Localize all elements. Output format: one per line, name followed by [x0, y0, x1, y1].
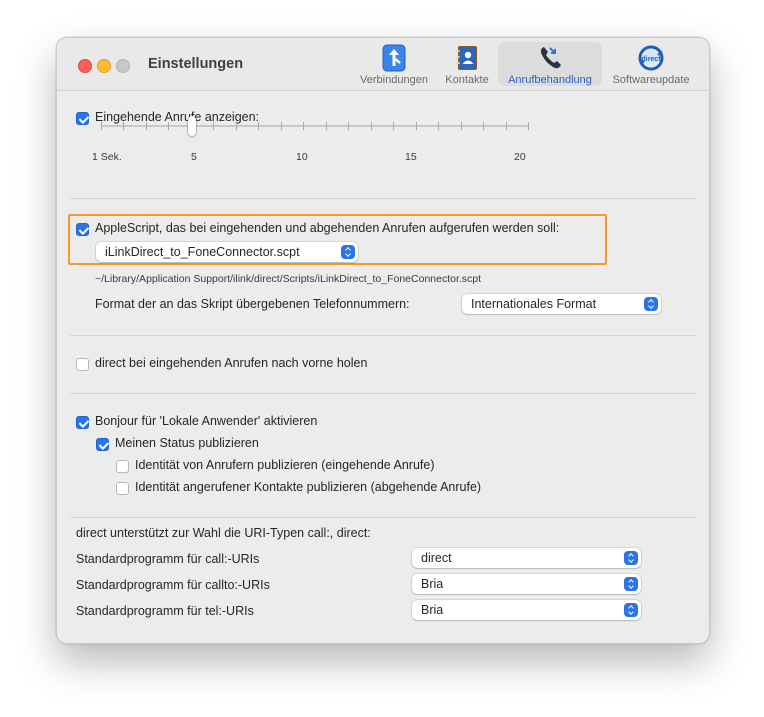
slider-tick	[123, 122, 124, 130]
popup-chevron-icon	[624, 603, 638, 617]
publish-status-checkbox[interactable]	[96, 438, 109, 451]
slider-tick-label: 1 Sek.	[92, 151, 122, 163]
slider-tick	[528, 122, 529, 130]
uri-row-label: Standardprogramm für call:-URIs	[76, 552, 260, 566]
bring-front-label: direct bei eingehenden Anrufen nach vorn…	[95, 356, 368, 370]
slider-tick-label: 15	[405, 151, 417, 163]
call-uri-popup-value: direct	[421, 551, 452, 565]
window-title: Einstellungen	[148, 56, 244, 72]
tab-verbindungen[interactable]: Verbindungen	[355, 42, 433, 86]
format-popup-value: Internationales Format	[471, 297, 597, 311]
slider-tick-label: 5	[191, 151, 197, 163]
slider-tick-label: 10	[296, 151, 308, 163]
script-path: ~/Library/Application Support/ilink/dire…	[95, 273, 482, 285]
tab-anrufbehandlung[interactable]: Anrufbehandlung	[498, 42, 602, 86]
separator	[70, 335, 696, 336]
slider-tick	[326, 122, 327, 130]
call-uri-popup[interactable]: direct	[412, 548, 641, 568]
close-button[interactable]	[78, 59, 92, 73]
tab-softwareupdate-label: Softwareupdate	[612, 74, 690, 86]
slider-tick	[483, 122, 484, 130]
slider-tick	[348, 122, 349, 130]
zoom-button[interactable]	[116, 59, 130, 73]
applescript-label: AppleScript, das bei eingehenden und abg…	[95, 221, 560, 235]
tab-verbindungen-label: Verbindungen	[360, 74, 428, 86]
slider-tick	[281, 122, 282, 130]
connections-icon	[382, 44, 406, 72]
tel-uri-popup[interactable]: Bria	[412, 600, 641, 620]
uri-row-label: Standardprogramm für tel:-URIs	[76, 604, 254, 618]
separator	[70, 198, 696, 199]
separator	[70, 393, 696, 394]
callee-identity-checkbox[interactable]	[116, 482, 129, 495]
slider-tick	[461, 122, 462, 130]
caller-identity-checkbox[interactable]	[116, 460, 129, 473]
script-popup[interactable]: iLinkDirect_to_FoneConnector.scpt	[96, 242, 358, 262]
format-popup[interactable]: Internationales Format	[462, 294, 661, 314]
tab-softwareupdate[interactable]: direct Softwareupdate	[605, 42, 697, 86]
slider-tick	[506, 122, 507, 130]
slider-tick	[393, 122, 394, 130]
callto-uri-popup-value: Bria	[421, 577, 444, 591]
phone-handling-icon	[540, 47, 561, 69]
title-bar: Einstellungen Verbindungen Kontakte Anru…	[57, 38, 709, 91]
publish-status-label: Meinen Status publizieren	[115, 436, 259, 450]
slider-tick	[168, 122, 169, 130]
script-popup-value: iLinkDirect_to_FoneConnector.scpt	[105, 245, 300, 259]
incoming-duration-slider-track[interactable]	[101, 125, 528, 127]
caller-identity-label: Identität von Anrufern publizieren (eing…	[135, 458, 435, 472]
slider-tick	[438, 122, 439, 130]
slider-tick	[236, 122, 237, 130]
slider-tick	[213, 122, 214, 130]
preferences-window: Einstellungen Verbindungen Kontakte Anru…	[56, 37, 710, 644]
tab-anrufbehandlung-label: Anrufbehandlung	[508, 74, 592, 86]
popup-chevron-icon	[624, 551, 638, 565]
content-area: Eingehende Anrufe anzeigen: 1 Sek. 5 10 …	[57, 91, 709, 643]
tel-uri-popup-value: Bria	[421, 603, 444, 617]
popup-chevron-icon	[341, 245, 355, 259]
bring-front-checkbox[interactable]	[76, 358, 89, 371]
separator	[70, 517, 696, 518]
svg-text:direct: direct	[641, 56, 661, 63]
incoming-duration-slider-knob[interactable]	[188, 116, 196, 136]
popup-chevron-icon	[644, 297, 658, 311]
bonjour-label: Bonjour für 'Lokale Anwender' aktivieren	[95, 414, 318, 428]
applescript-checkbox[interactable]	[76, 223, 89, 236]
callee-identity-label: Identität angerufener Kontakte publizier…	[135, 480, 482, 494]
popup-chevron-icon	[624, 577, 638, 591]
uri-intro: direct unterstützt zur Wahl die URI-Type…	[76, 526, 371, 540]
slider-tick	[101, 122, 102, 130]
show-incoming-label: Eingehende Anrufe anzeigen:	[95, 110, 260, 124]
show-incoming-checkbox[interactable]	[76, 112, 89, 125]
software-update-icon: direct	[638, 45, 664, 71]
slider-tick	[303, 122, 304, 130]
uri-row-label: Standardprogramm für callto:-URIs	[76, 578, 270, 592]
slider-tick	[258, 122, 259, 130]
format-label: Format der an das Skript übergebenen Tel…	[95, 297, 410, 311]
tab-kontakte[interactable]: Kontakte	[438, 42, 496, 86]
slider-tick	[146, 122, 147, 130]
slider-tick	[371, 122, 372, 130]
callto-uri-popup[interactable]: Bria	[412, 574, 641, 594]
tab-kontakte-label: Kontakte	[445, 74, 489, 86]
bonjour-checkbox[interactable]	[76, 416, 89, 429]
contacts-icon	[456, 46, 477, 70]
slider-tick	[416, 122, 417, 130]
minimize-button[interactable]	[97, 59, 111, 73]
slider-tick-label: 20	[514, 151, 526, 163]
